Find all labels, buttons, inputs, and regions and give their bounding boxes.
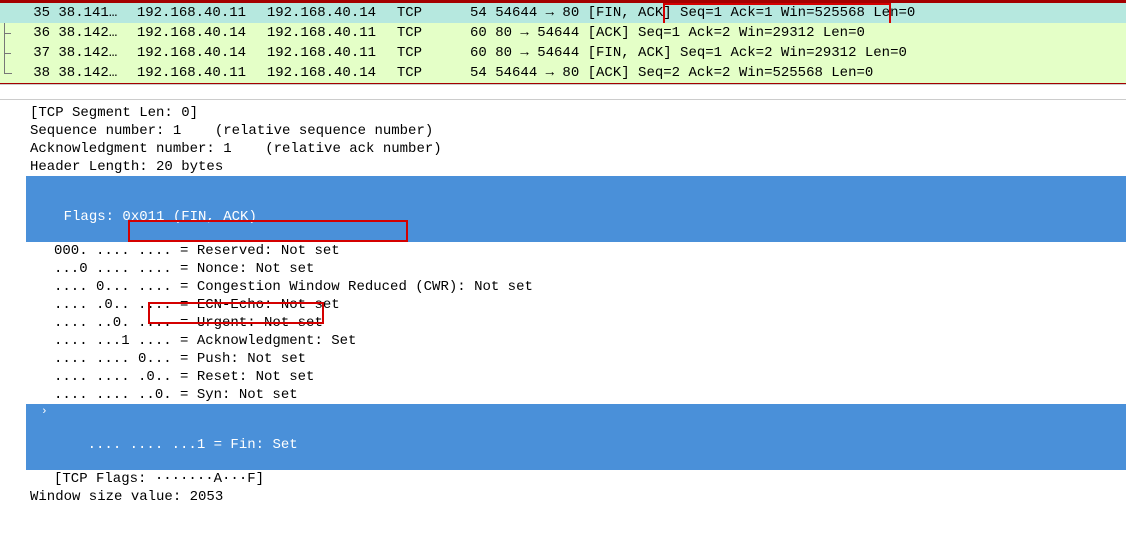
col-time: 38.142 xyxy=(58,45,128,61)
col-no: 38 xyxy=(12,65,50,81)
chevron-right-icon[interactable]: › xyxy=(41,406,48,418)
col-len: 60 xyxy=(439,45,487,61)
packet-row-36[interactable]: 36 38.142 192.168.40.14 192.168.40.11 TC… xyxy=(0,23,1126,43)
col-proto: TCP xyxy=(397,45,439,61)
detail-window-size[interactable]: Window size value: 2053 xyxy=(0,488,1126,506)
col-dst: 192.168.40.11 xyxy=(267,45,397,61)
packet-details-pane[interactable]: [TCP Segment Len: 0] Sequence number: 1 … xyxy=(0,100,1126,508)
col-no: 37 xyxy=(12,45,50,61)
col-proto: TCP xyxy=(397,65,439,81)
packet-bracket xyxy=(4,63,12,74)
detail-flag-nonce[interactable]: ...0 .... .... = Nonce: Not set xyxy=(0,260,1126,278)
col-src: 192.168.40.14 xyxy=(137,45,267,61)
detail-flag-reserved[interactable]: 000. .... .... = Reserved: Not set xyxy=(0,242,1126,260)
detail-flags-header[interactable]: ⌄ Flags: 0x011 (FIN, ACK) xyxy=(26,176,1126,242)
col-info: 80 → 54644 [ACK] Seq=1 Ack=2 Win=29312 L… xyxy=(495,25,865,41)
col-time: 38.141 xyxy=(58,5,128,21)
col-src: 192.168.40.11 xyxy=(137,5,267,21)
detail-tcp-flags-summary[interactable]: [TCP Flags: ·······A···F] xyxy=(0,470,1126,488)
col-no: 36 xyxy=(12,25,50,41)
detail-flag-push[interactable]: .... .... 0... = Push: Not set xyxy=(0,350,1126,368)
detail-flag-ecn[interactable]: .... .0.. .... = ECN-Echo: Not set xyxy=(0,296,1126,314)
col-dst: 192.168.40.14 xyxy=(267,65,397,81)
detail-header-length[interactable]: Header Length: 20 bytes xyxy=(0,158,1126,176)
chevron-down-icon[interactable]: ⌄ xyxy=(14,178,21,192)
detail-flag-urgent[interactable]: .... ..0. .... = Urgent: Not set xyxy=(0,314,1126,332)
col-proto: TCP xyxy=(397,5,439,21)
detail-ack-number[interactable]: Acknowledgment number: 1 (relative ack n… xyxy=(0,140,1126,158)
col-len: 60 xyxy=(439,25,487,41)
col-proto: TCP xyxy=(397,25,439,41)
col-time: 38.142 xyxy=(58,65,128,81)
col-info: 54644 → 80 [ACK] Seq=2 Ack=2 Win=525568 … xyxy=(495,65,873,81)
col-src: 192.168.40.14 xyxy=(137,25,267,41)
packet-bracket xyxy=(4,43,14,63)
packet-row-38[interactable]: 38 38.142 192.168.40.11 192.168.40.14 TC… xyxy=(0,63,1126,83)
packet-row-37[interactable]: 37 38.142 192.168.40.14 192.168.40.11 TC… xyxy=(0,43,1126,63)
fin-label: .... .... ...1 = Fin: Set xyxy=(88,437,298,453)
packet-list[interactable]: 35 38.141 192.168.40.11 192.168.40.14 TC… xyxy=(0,0,1126,84)
col-src: 192.168.40.11 xyxy=(137,65,267,81)
detail-flag-ack[interactable]: .... ...1 .... = Acknowledgment: Set xyxy=(0,332,1126,350)
col-no: 35 xyxy=(12,5,50,21)
col-dst: 192.168.40.11 xyxy=(267,25,397,41)
detail-flag-reset[interactable]: .... .... .0.. = Reset: Not set xyxy=(0,368,1126,386)
detail-flag-fin[interactable]: › .... .... ...1 = Fin: Set xyxy=(26,404,1126,470)
col-time: 38.142 xyxy=(58,25,128,41)
col-info: 80 → 54644 [FIN, ACK] Seq=1 Ack=2 Win=29… xyxy=(495,45,907,61)
flags-label: Flags: 0x011 (FIN, ACK) xyxy=(64,209,257,225)
packet-row-35[interactable]: 35 38.141 192.168.40.11 192.168.40.14 TC… xyxy=(0,3,1126,23)
col-dst: 192.168.40.14 xyxy=(267,5,397,21)
col-len: 54 xyxy=(439,65,487,81)
detail-flag-cwr[interactable]: .... 0... .... = Congestion Window Reduc… xyxy=(0,278,1126,296)
packet-bracket xyxy=(4,23,14,43)
detail-flag-syn[interactable]: .... .... ..0. = Syn: Not set xyxy=(0,386,1126,404)
detail-tcp-seg-len[interactable]: [TCP Segment Len: 0] xyxy=(0,104,1126,122)
col-len: 54 xyxy=(439,5,487,21)
pane-separator[interactable] xyxy=(0,84,1126,100)
detail-seq-number[interactable]: Sequence number: 1 (relative sequence nu… xyxy=(0,122,1126,140)
col-info: 54644 → 80 [FIN, ACK] Seq=1 Ack=1 Win=52… xyxy=(495,5,915,21)
